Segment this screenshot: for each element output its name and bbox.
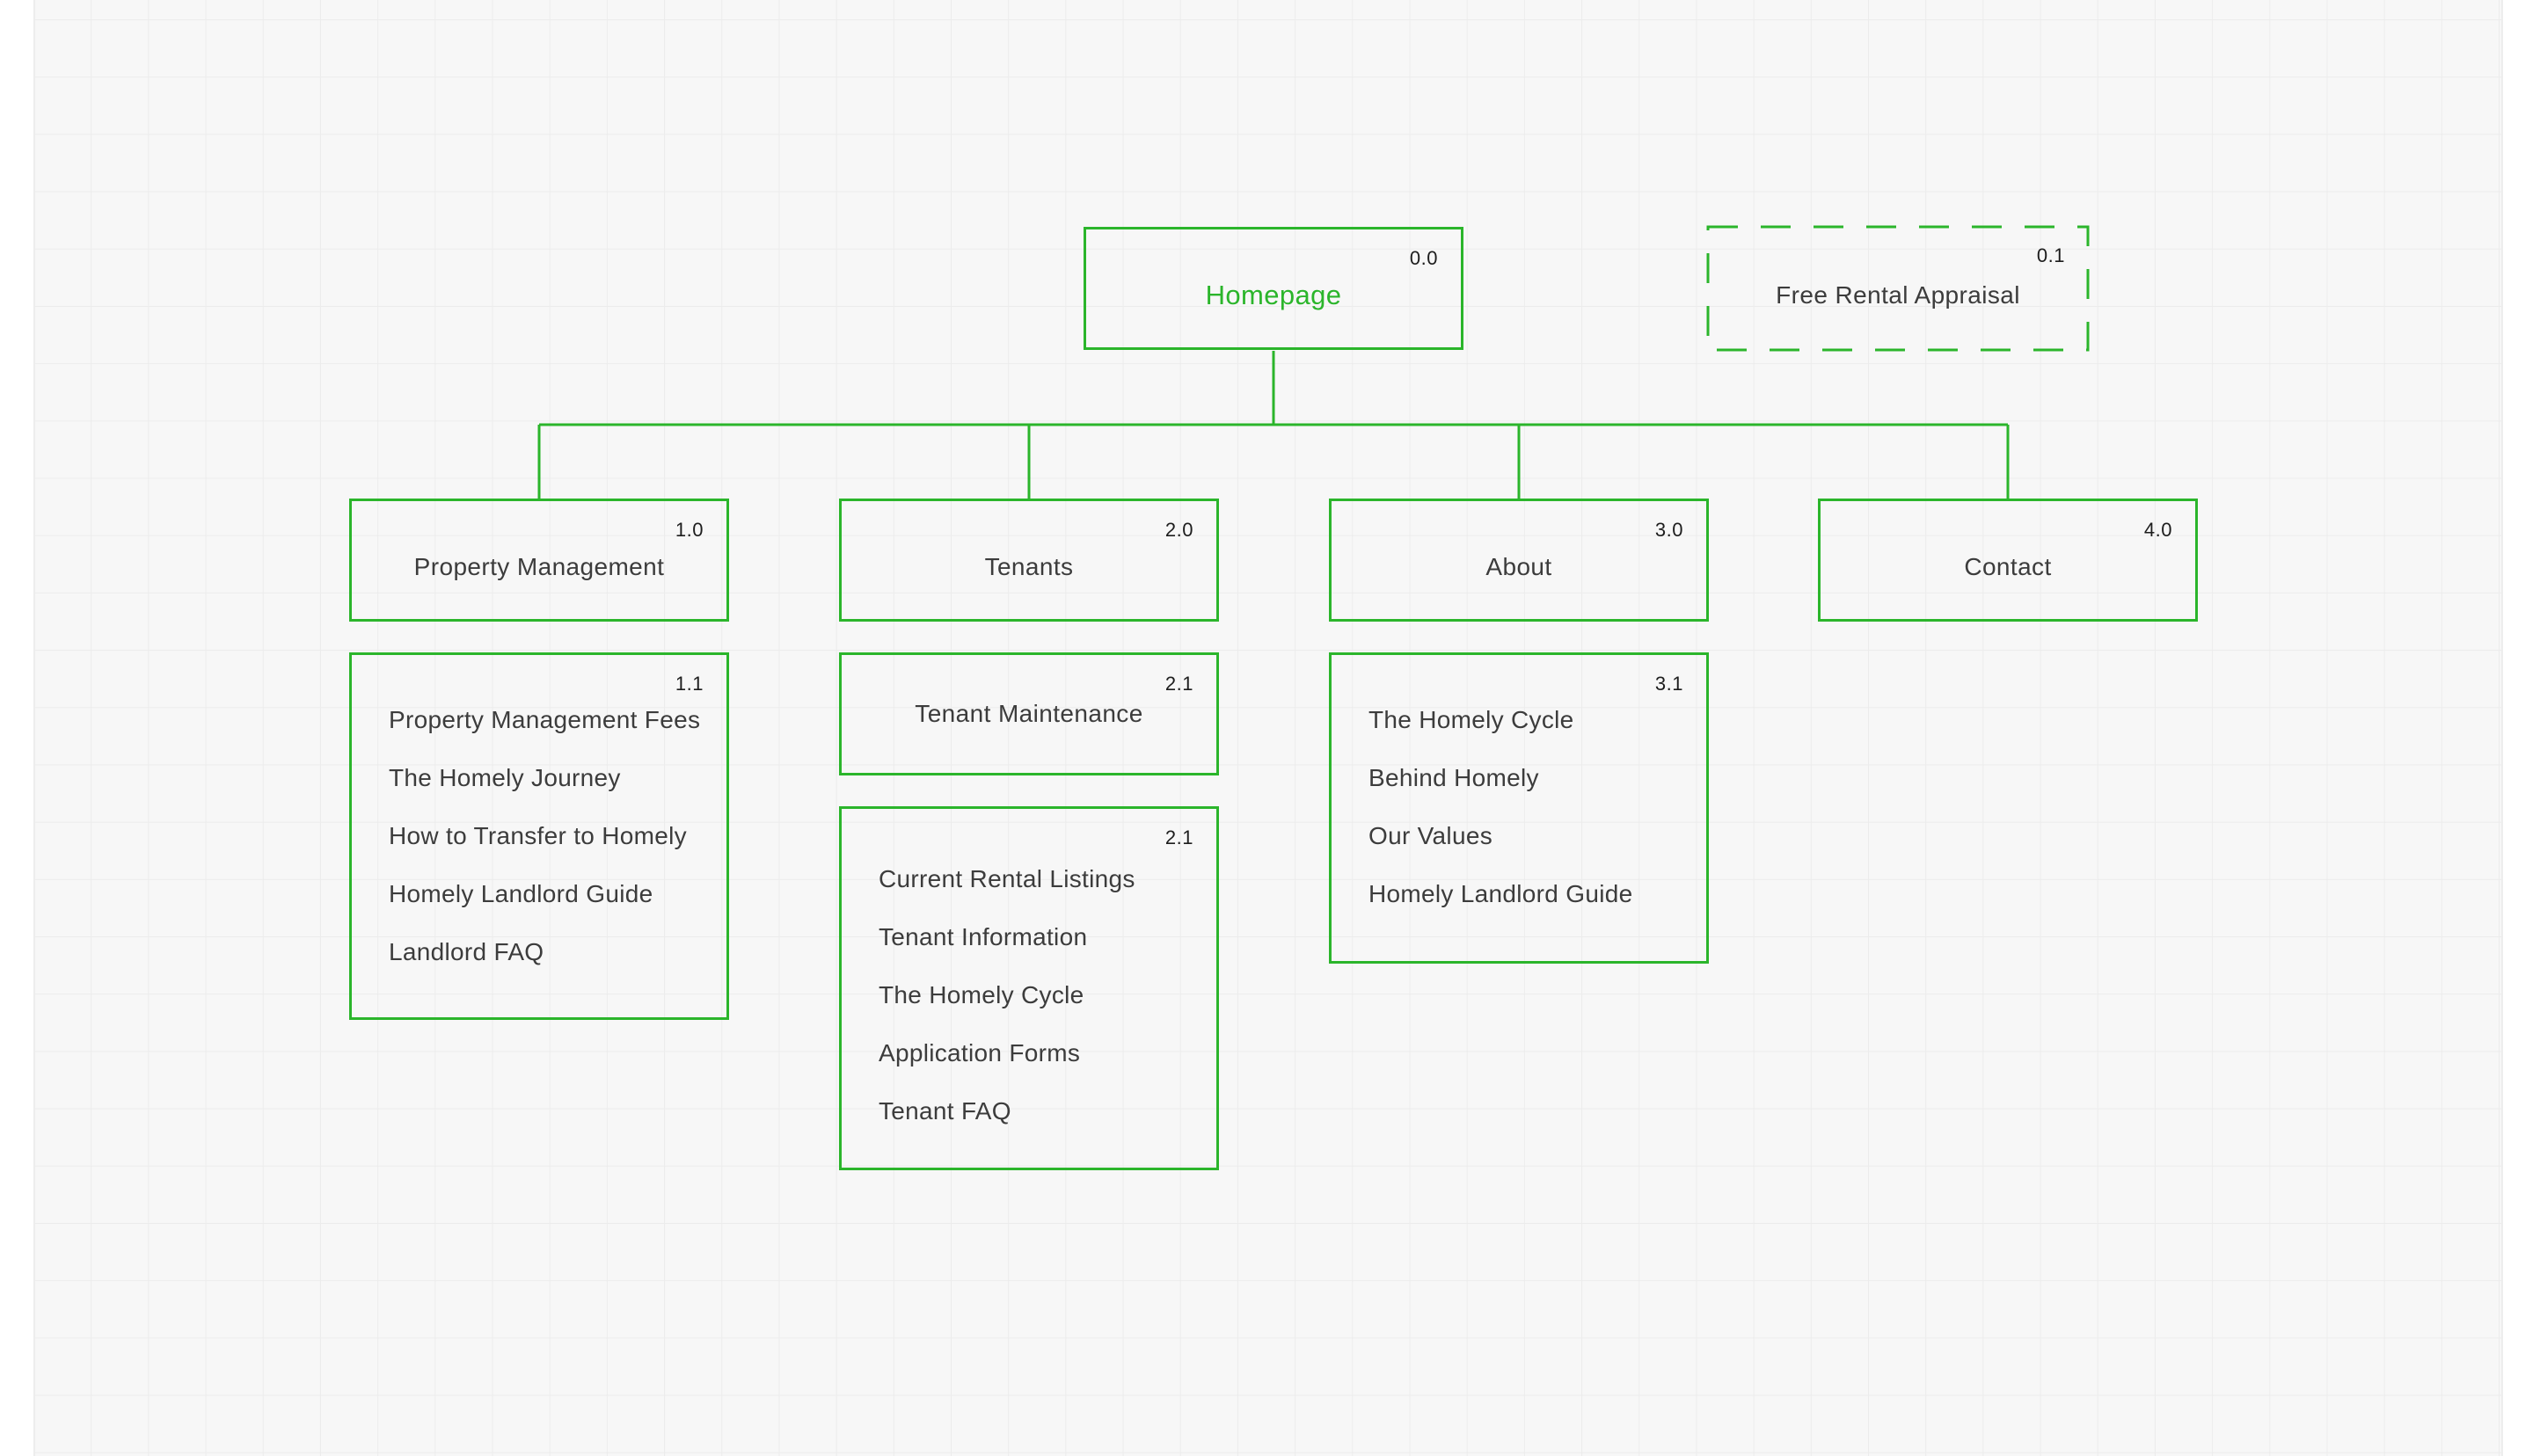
tenants-label: Tenants <box>984 553 1074 581</box>
list-item[interactable]: Behind Homely <box>1368 766 1632 824</box>
list-item[interactable]: Property Management Fees <box>389 708 700 766</box>
tenants-pages-number: 2.1 <box>1164 826 1193 848</box>
property-management-pages-number: 1.1 <box>675 673 704 695</box>
tenant-maintenance-node[interactable]: 2.1 Tenant Maintenance <box>839 652 1219 775</box>
about-label: About <box>1485 553 1552 581</box>
homepage-node[interactable]: 0.0 Homepage <box>1084 227 1463 350</box>
contact-number: 4.0 <box>2143 519 2172 541</box>
about-number: 3.0 <box>1654 519 1683 541</box>
tenant-maintenance-label: Tenant Maintenance <box>915 700 1143 727</box>
list-item[interactable]: The Homely Cycle <box>879 983 1135 1041</box>
property-management-node[interactable]: 1.0 Property Management <box>349 499 729 622</box>
list-item[interactable]: Our Values <box>1368 824 1632 882</box>
appraisal-node[interactable]: 0.1 Free Rental Appraisal <box>1708 227 2088 350</box>
about-pages-number: 3.1 <box>1654 673 1683 695</box>
property-management-label: Property Management <box>413 553 665 581</box>
list-item[interactable]: Homely Landlord Guide <box>389 882 700 940</box>
contact-node[interactable]: 4.0 Contact <box>1818 499 2198 622</box>
list-item[interactable]: The Homely Cycle <box>1368 708 1632 766</box>
about-pages-node[interactable]: 3.1 The Homely Cycle Behind Homely Our V… <box>1329 652 1709 964</box>
list-item[interactable]: Application Forms <box>879 1041 1135 1099</box>
homepage-label: Homepage <box>1205 280 1342 311</box>
about-node[interactable]: 3.0 About <box>1329 499 1709 622</box>
tenants-pages-node[interactable]: 2.1 Current Rental Listings Tenant Infor… <box>839 806 1219 1170</box>
list-item[interactable]: Landlord FAQ <box>389 940 700 998</box>
contact-label: Contact <box>1964 553 2052 581</box>
list-item[interactable]: Tenant Information <box>879 925 1135 983</box>
list-item[interactable]: How to Transfer to Homely <box>389 824 700 882</box>
list-item[interactable]: Current Rental Listings <box>879 867 1135 925</box>
property-management-number: 1.0 <box>675 519 704 541</box>
tenants-page-list: Current Rental Listings Tenant Informati… <box>879 867 1135 1157</box>
list-item[interactable]: The Homely Journey <box>389 766 700 824</box>
homepage-number: 0.0 <box>1409 247 1438 269</box>
sitemap-canvas: 0.0 Homepage 0.1 Free Rental Appraisal 1… <box>0 0 2547 1456</box>
property-management-pages-node[interactable]: 1.1 Property Management Fees The Homely … <box>349 652 729 1020</box>
appraisal-label: Free Rental Appraisal <box>1776 281 2020 309</box>
property-management-page-list: Property Management Fees The Homely Jour… <box>389 708 700 998</box>
list-item[interactable]: Tenant FAQ <box>879 1099 1135 1157</box>
list-item[interactable]: Homely Landlord Guide <box>1368 882 1632 940</box>
about-page-list: The Homely Cycle Behind Homely Our Value… <box>1368 708 1632 940</box>
tenants-number: 2.0 <box>1164 519 1193 541</box>
tenant-maintenance-number: 2.1 <box>1164 673 1193 695</box>
appraisal-number: 0.1 <box>2036 244 2065 266</box>
tenants-node[interactable]: 2.0 Tenants <box>839 499 1219 622</box>
